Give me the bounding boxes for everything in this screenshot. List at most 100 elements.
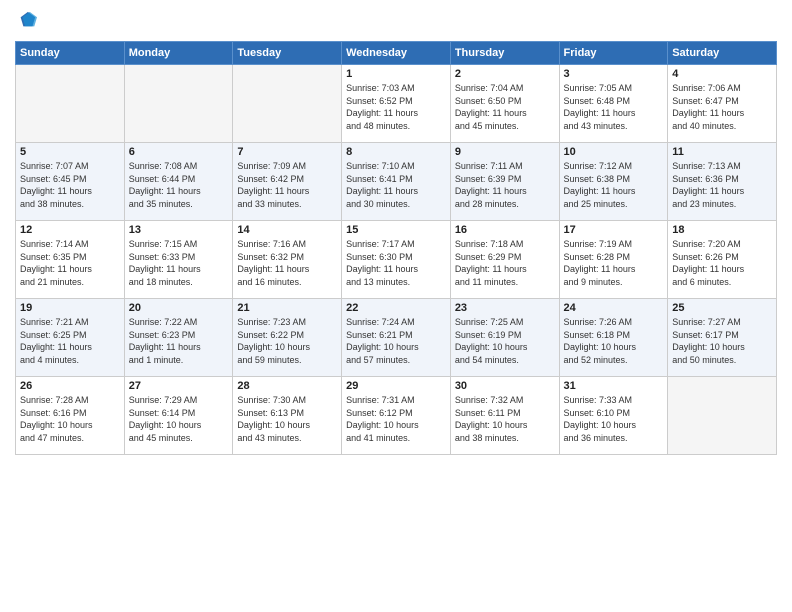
day-number: 13 — [129, 224, 229, 236]
calendar-day-cell: 25 Sunrise: 7:27 AM Sunset: 6:17 PM Dayli… — [668, 299, 777, 377]
calendar-day-cell: 1 Sunrise: 7:03 AM Sunset: 6:52 PM Daylig… — [342, 65, 451, 143]
day-info: Sunrise: 7:07 AM Sunset: 6:45 PM Dayligh… — [20, 160, 120, 210]
weekday-header-monday: Monday — [124, 42, 233, 65]
day-info: Sunrise: 7:27 AM Sunset: 6:17 PM Dayligh… — [672, 316, 772, 366]
calendar-week-row: 26 Sunrise: 7:28 AM Sunset: 6:16 PM Dayli… — [16, 377, 777, 455]
day-info: Sunrise: 7:30 AM Sunset: 6:13 PM Dayligh… — [237, 394, 337, 444]
day-info: Sunrise: 7:12 AM Sunset: 6:38 PM Dayligh… — [564, 160, 664, 210]
day-info: Sunrise: 7:09 AM Sunset: 6:42 PM Dayligh… — [237, 160, 337, 210]
day-info: Sunrise: 7:14 AM Sunset: 6:35 PM Dayligh… — [20, 238, 120, 288]
day-info: Sunrise: 7:04 AM Sunset: 6:50 PM Dayligh… — [455, 82, 555, 132]
day-info: Sunrise: 7:13 AM Sunset: 6:36 PM Dayligh… — [672, 160, 772, 210]
calendar-week-row: 1 Sunrise: 7:03 AM Sunset: 6:52 PM Daylig… — [16, 65, 777, 143]
day-info: Sunrise: 7:19 AM Sunset: 6:28 PM Dayligh… — [564, 238, 664, 288]
calendar-day-cell — [16, 65, 125, 143]
calendar-table: SundayMondayTuesdayWednesdayThursdayFrid… — [15, 41, 777, 455]
weekday-header-thursday: Thursday — [450, 42, 559, 65]
day-info: Sunrise: 7:05 AM Sunset: 6:48 PM Dayligh… — [564, 82, 664, 132]
day-number: 18 — [672, 224, 772, 236]
day-number: 1 — [346, 68, 446, 80]
day-info: Sunrise: 7:28 AM Sunset: 6:16 PM Dayligh… — [20, 394, 120, 444]
day-info: Sunrise: 7:18 AM Sunset: 6:29 PM Dayligh… — [455, 238, 555, 288]
day-number: 8 — [346, 146, 446, 158]
calendar-day-cell: 13 Sunrise: 7:15 AM Sunset: 6:33 PM Dayli… — [124, 221, 233, 299]
day-number: 14 — [237, 224, 337, 236]
calendar-day-cell: 16 Sunrise: 7:18 AM Sunset: 6:29 PM Dayli… — [450, 221, 559, 299]
calendar-day-cell: 6 Sunrise: 7:08 AM Sunset: 6:44 PM Daylig… — [124, 143, 233, 221]
day-number: 7 — [237, 146, 337, 158]
day-info: Sunrise: 7:11 AM Sunset: 6:39 PM Dayligh… — [455, 160, 555, 210]
calendar-day-cell: 11 Sunrise: 7:13 AM Sunset: 6:36 PM Dayli… — [668, 143, 777, 221]
calendar-day-cell: 22Sunrise: 7:24 AM Sunset: 6:21 PM Dayli… — [342, 299, 451, 377]
day-number: 10 — [564, 146, 664, 158]
day-info: Sunrise: 7:33 AM Sunset: 6:10 PM Dayligh… — [564, 394, 664, 444]
weekday-header-tuesday: Tuesday — [233, 42, 342, 65]
day-number: 24 — [564, 302, 664, 314]
calendar-page: SundayMondayTuesdayWednesdayThursdayFrid… — [0, 0, 792, 612]
day-info: Sunrise: 7:10 AM Sunset: 6:41 PM Dayligh… — [346, 160, 446, 210]
calendar-day-cell: 19Sunrise: 7:21 AM Sunset: 6:25 PM Dayli… — [16, 299, 125, 377]
calendar-day-cell: 12 Sunrise: 7:14 AM Sunset: 6:35 PM Dayli… — [16, 221, 125, 299]
weekday-header-row: SundayMondayTuesdayWednesdayThursdayFrid… — [16, 42, 777, 65]
day-info: Sunrise: 7:21 AM Sunset: 6:25 PM Dayligh… — [20, 316, 120, 366]
day-info: Sunrise: 7:17 AM Sunset: 6:30 PM Dayligh… — [346, 238, 446, 288]
header — [15, 10, 777, 35]
day-info: Sunrise: 7:24 AM Sunset: 6:21 PM Dayligh… — [346, 316, 446, 366]
day-number: 27 — [129, 380, 229, 392]
weekday-header-saturday: Saturday — [668, 42, 777, 65]
calendar-day-cell: 7 Sunrise: 7:09 AM Sunset: 6:42 PM Daylig… — [233, 143, 342, 221]
day-number: 11 — [672, 146, 772, 158]
calendar-day-cell: 28Sunrise: 7:30 AM Sunset: 6:13 PM Dayli… — [233, 377, 342, 455]
day-number: 3 — [564, 68, 664, 80]
calendar-week-row: 5 Sunrise: 7:07 AM Sunset: 6:45 PM Daylig… — [16, 143, 777, 221]
day-number: 21 — [237, 302, 337, 314]
day-number: 9 — [455, 146, 555, 158]
weekday-header-sunday: Sunday — [16, 42, 125, 65]
calendar-day-cell: 27 Sunrise: 7:29 AM Sunset: 6:14 PM Dayli… — [124, 377, 233, 455]
calendar-week-row: 12 Sunrise: 7:14 AM Sunset: 6:35 PM Dayli… — [16, 221, 777, 299]
calendar-week-row: 19Sunrise: 7:21 AM Sunset: 6:25 PM Dayli… — [16, 299, 777, 377]
day-number: 16 — [455, 224, 555, 236]
calendar-day-cell: 15 Sunrise: 7:17 AM Sunset: 6:30 PM Dayli… — [342, 221, 451, 299]
day-info: Sunrise: 7:03 AM Sunset: 6:52 PM Dayligh… — [346, 82, 446, 132]
day-number: 30 — [455, 380, 555, 392]
day-info: Sunrise: 7:26 AM Sunset: 6:18 PM Dayligh… — [564, 316, 664, 366]
calendar-day-cell: 20Sunrise: 7:22 AM Sunset: 6:23 PM Dayli… — [124, 299, 233, 377]
day-info: Sunrise: 7:32 AM Sunset: 6:11 PM Dayligh… — [455, 394, 555, 444]
day-number: 12 — [20, 224, 120, 236]
calendar-day-cell: 26 Sunrise: 7:28 AM Sunset: 6:16 PM Dayli… — [16, 377, 125, 455]
weekday-header-wednesday: Wednesday — [342, 42, 451, 65]
day-info: Sunrise: 7:08 AM Sunset: 6:44 PM Dayligh… — [129, 160, 229, 210]
day-number: 5 — [20, 146, 120, 158]
day-info: Sunrise: 7:15 AM Sunset: 6:33 PM Dayligh… — [129, 238, 229, 288]
calendar-day-cell: 5 Sunrise: 7:07 AM Sunset: 6:45 PM Daylig… — [16, 143, 125, 221]
calendar-day-cell: 30 Sunrise: 7:32 AM Sunset: 6:11 PM Dayli… — [450, 377, 559, 455]
logo — [15, 10, 37, 35]
day-info: Sunrise: 7:06 AM Sunset: 6:47 PM Dayligh… — [672, 82, 772, 132]
day-number: 31 — [564, 380, 664, 392]
day-number: 25 — [672, 302, 772, 314]
day-number: 17 — [564, 224, 664, 236]
calendar-day-cell: 24 Sunrise: 7:26 AM Sunset: 6:18 PM Dayli… — [559, 299, 668, 377]
calendar-day-cell: 4 Sunrise: 7:06 AM Sunset: 6:47 PM Daylig… — [668, 65, 777, 143]
calendar-day-cell: 10 Sunrise: 7:12 AM Sunset: 6:38 PM Dayli… — [559, 143, 668, 221]
day-info: Sunrise: 7:16 AM Sunset: 6:32 PM Dayligh… — [237, 238, 337, 288]
day-number: 20 — [129, 302, 229, 314]
calendar-day-cell: 3 Sunrise: 7:05 AM Sunset: 6:48 PM Daylig… — [559, 65, 668, 143]
day-info: Sunrise: 7:23 AM Sunset: 6:22 PM Dayligh… — [237, 316, 337, 366]
day-number: 6 — [129, 146, 229, 158]
calendar-day-cell — [233, 65, 342, 143]
day-number: 4 — [672, 68, 772, 80]
day-info: Sunrise: 7:29 AM Sunset: 6:14 PM Dayligh… — [129, 394, 229, 444]
calendar-day-cell: 29Sunrise: 7:31 AM Sunset: 6:12 PM Dayli… — [342, 377, 451, 455]
calendar-day-cell: 14 Sunrise: 7:16 AM Sunset: 6:32 PM Dayli… — [233, 221, 342, 299]
calendar-day-cell: 18Sunrise: 7:20 AM Sunset: 6:26 PM Dayli… — [668, 221, 777, 299]
day-number: 15 — [346, 224, 446, 236]
calendar-day-cell: 21 Sunrise: 7:23 AM Sunset: 6:22 PM Dayli… — [233, 299, 342, 377]
calendar-day-cell: 31 Sunrise: 7:33 AM Sunset: 6:10 PM Dayli… — [559, 377, 668, 455]
logo-icon — [17, 10, 37, 30]
day-info: Sunrise: 7:25 AM Sunset: 6:19 PM Dayligh… — [455, 316, 555, 366]
day-number: 26 — [20, 380, 120, 392]
day-number: 23 — [455, 302, 555, 314]
day-info: Sunrise: 7:31 AM Sunset: 6:12 PM Dayligh… — [346, 394, 446, 444]
